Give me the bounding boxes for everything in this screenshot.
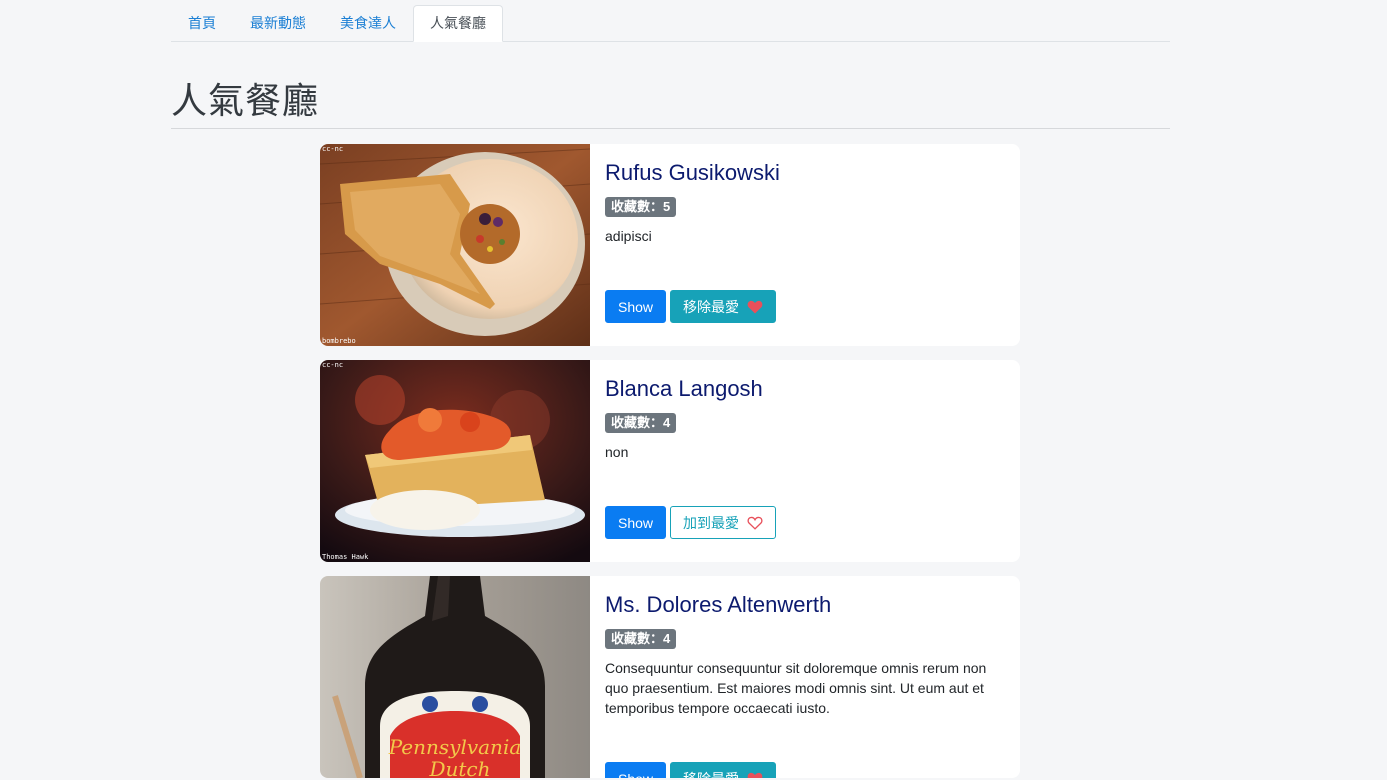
- favorite-button-label: 移除最愛: [683, 769, 739, 779]
- remove-favorite-button[interactable]: 移除最愛: [670, 762, 777, 779]
- favorite-count-badge: 收藏數：4: [605, 629, 677, 649]
- show-button[interactable]: Show: [605, 506, 667, 539]
- restaurant-name[interactable]: Ms. Dolores Altenwerth: [605, 592, 1005, 618]
- tab-latest-news[interactable]: 最新動態: [233, 5, 323, 42]
- favorite-count-badge: 收藏數：4: [605, 413, 677, 433]
- image-license-tag: cc-nc: [322, 145, 344, 153]
- heart-outline-icon: [747, 516, 763, 530]
- card-actions: Show 加到最愛: [605, 506, 777, 539]
- tab-food-experts[interactable]: 美食達人: [323, 5, 413, 42]
- show-button[interactable]: Show: [605, 290, 667, 323]
- svg-text:Pennsylvania: Pennsylvania: [388, 735, 522, 759]
- heart-filled-icon: [747, 300, 763, 313]
- card-body: Blanca Langosh 收藏數：4 non Show 加到最愛: [590, 360, 1020, 562]
- image-credit-tag: bombrebo: [322, 337, 356, 345]
- card-actions: Show 移除最愛: [605, 762, 777, 779]
- restaurant-card: cc-nc bombrebo Rufus Gusikowski 收藏數：5 ad…: [320, 144, 1020, 346]
- favorite-count-badge: 收藏數：5: [605, 197, 677, 217]
- title-divider: [171, 128, 1170, 129]
- restaurant-name[interactable]: Blanca Langosh: [605, 376, 1005, 402]
- favorite-button-label: 移除最愛: [683, 298, 740, 315]
- page-container: 首頁 最新動態 美食達人 人氣餐廳 人氣餐廳: [171, 0, 1170, 129]
- add-favorite-button[interactable]: 加到最愛: [670, 506, 777, 539]
- restaurant-card: cc-nc Thomas Hawk Blanca Langosh 收藏數：4 n…: [320, 360, 1020, 562]
- restaurant-image[interactable]: Pennsylvania Dutch: [320, 576, 590, 778]
- restaurant-description: adipisci: [605, 228, 652, 244]
- heart-filled-icon: [747, 772, 763, 778]
- restaurant-image[interactable]: cc-nc Thomas Hawk: [320, 360, 590, 562]
- show-button[interactable]: Show: [605, 762, 667, 778]
- card-actions: Show 移除最愛: [605, 290, 777, 323]
- tab-home[interactable]: 首頁: [171, 5, 233, 42]
- card-body: Rufus Gusikowski 收藏數：5 adipisci Show 移除最…: [590, 144, 1020, 346]
- restaurant-image[interactable]: cc-nc bombrebo: [320, 144, 590, 346]
- restaurant-card: Pennsylvania Dutch Ms. Dolores Altenwert…: [320, 576, 1020, 778]
- restaurant-description: Consequuntur consequuntur sit doloremque…: [605, 660, 987, 716]
- tab-popular-restaurants[interactable]: 人氣餐廳: [413, 5, 503, 42]
- image-credit-tag: Thomas Hawk: [322, 553, 369, 561]
- favorite-button-label: 加到最愛: [683, 514, 740, 531]
- svg-text:Dutch: Dutch: [428, 757, 490, 778]
- page-title: 人氣餐廳: [171, 81, 320, 122]
- restaurant-description: non: [605, 444, 629, 460]
- nav-tabs: 首頁 最新動態 美食達人 人氣餐廳: [171, 0, 1170, 42]
- image-license-tag: cc-nc: [322, 361, 344, 369]
- card-body: Ms. Dolores Altenwerth 收藏數：4 Consequuntu…: [590, 576, 1020, 778]
- restaurant-name[interactable]: Rufus Gusikowski: [605, 160, 1005, 186]
- remove-favorite-button[interactable]: 移除最愛: [670, 290, 777, 323]
